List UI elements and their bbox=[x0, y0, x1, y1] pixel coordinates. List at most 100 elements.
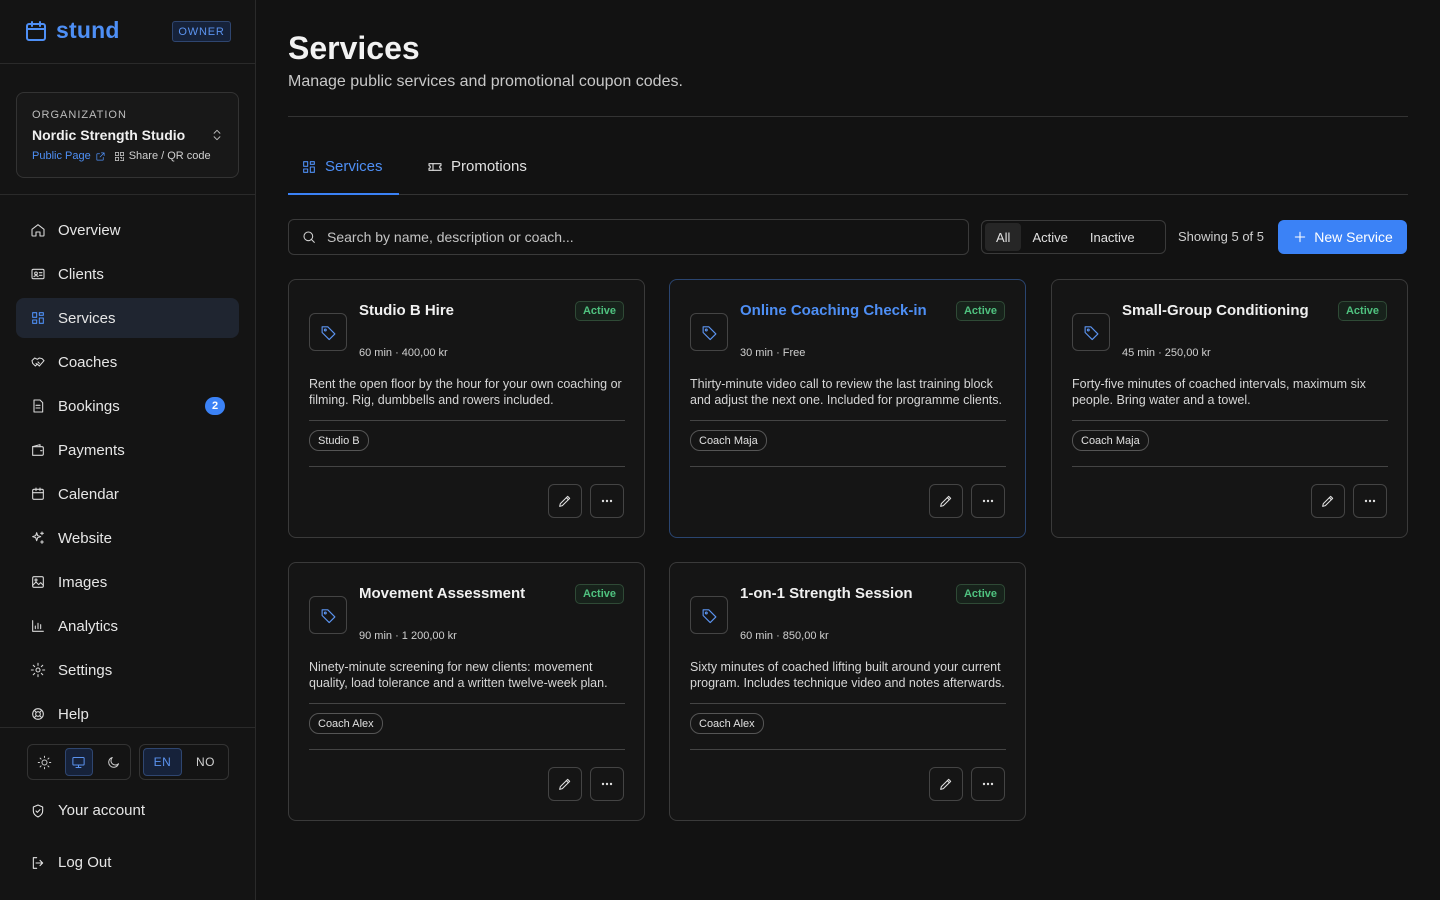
sidebar-item-images[interactable]: Images bbox=[16, 562, 239, 602]
theme-system-button[interactable] bbox=[64, 748, 94, 776]
pencil-icon bbox=[1320, 493, 1336, 509]
public-page-link[interactable]: Public Page bbox=[32, 150, 106, 162]
edit-button[interactable] bbox=[929, 767, 963, 801]
pencil-icon bbox=[938, 776, 954, 792]
logout-label: Log Out bbox=[58, 854, 112, 871]
share-qr-link[interactable]: Share / QR code bbox=[114, 150, 211, 162]
service-meta: 45 min · 250,00 kr bbox=[1122, 347, 1211, 359]
coach-tag: Coach Alex bbox=[309, 713, 383, 734]
coach-tag: Coach Alex bbox=[690, 713, 764, 734]
more-options-button[interactable] bbox=[590, 767, 624, 801]
sidebar-item-analytics[interactable]: Analytics bbox=[16, 606, 239, 646]
tab-services[interactable]: Services bbox=[288, 148, 399, 195]
wallet-icon bbox=[30, 442, 46, 458]
more-options-button[interactable] bbox=[971, 484, 1005, 518]
sidebar-item-clients[interactable]: Clients bbox=[16, 254, 239, 294]
sidebar-item-label: Overview bbox=[58, 221, 121, 239]
ellipsis-icon bbox=[980, 776, 996, 792]
sidebar-item-overview[interactable]: Overview bbox=[16, 210, 239, 250]
service-name: Movement Assessment bbox=[359, 585, 526, 602]
organization-name: Nordic Strength Studio bbox=[32, 127, 186, 143]
card-divider bbox=[690, 420, 1006, 421]
edit-button[interactable] bbox=[929, 484, 963, 518]
tab-bar: Services Promotions bbox=[288, 148, 1408, 195]
theme-switcher bbox=[27, 744, 131, 780]
sidebar-item-payments[interactable]: Payments bbox=[16, 430, 239, 470]
search-box bbox=[288, 219, 969, 255]
organization-switcher[interactable]: ORGANIZATION Nordic Strength Studio Publ… bbox=[16, 92, 239, 178]
sidebar-item-services[interactable]: Services bbox=[16, 298, 239, 338]
new-service-label: New Service bbox=[1314, 229, 1393, 245]
sidebar-item-coaches[interactable]: Coaches bbox=[16, 342, 239, 382]
sidebar-item-label: Images bbox=[58, 573, 108, 591]
brand-logo[interactable]: stund bbox=[24, 17, 120, 44]
edit-button[interactable] bbox=[548, 767, 582, 801]
sidebar-item-bookings[interactable]: Bookings 2 bbox=[16, 386, 239, 426]
header-divider bbox=[288, 116, 1408, 117]
sidebar-divider bbox=[0, 63, 255, 64]
coach-tag: Studio B bbox=[309, 430, 369, 451]
coach-tag: Coach Maja bbox=[690, 430, 767, 451]
filter-active-button[interactable]: Active bbox=[1021, 223, 1078, 251]
grid-icon bbox=[30, 310, 46, 326]
card-divider bbox=[309, 420, 625, 421]
sidebar-item-settings[interactable]: Settings bbox=[16, 650, 239, 690]
service-name: Studio B Hire bbox=[359, 302, 455, 319]
ellipsis-icon bbox=[599, 776, 615, 792]
service-meta: 60 min · 400,00 kr bbox=[359, 347, 448, 359]
theme-dark-button[interactable] bbox=[99, 748, 127, 776]
sparkles-icon bbox=[30, 530, 46, 546]
your-account-link[interactable]: Your account bbox=[30, 802, 145, 819]
edit-button[interactable] bbox=[1311, 484, 1345, 518]
service-card[interactable]: 1-on-1 Strength Session Active 60 min · … bbox=[669, 562, 1026, 821]
service-meta: 60 min · 850,00 kr bbox=[740, 630, 829, 642]
service-card[interactable]: Small-Group Conditioning Active 45 min ·… bbox=[1051, 279, 1408, 538]
more-options-button[interactable] bbox=[1353, 484, 1387, 518]
filter-all-button[interactable]: All bbox=[985, 223, 1022, 251]
language-no-button[interactable]: NO bbox=[186, 748, 225, 776]
service-card[interactable]: Studio B Hire Active 60 min · 400,00 kr … bbox=[288, 279, 645, 538]
bar-chart-icon bbox=[30, 618, 46, 634]
chevrons-up-down-icon[interactable] bbox=[210, 128, 224, 142]
logout-button[interactable]: Log Out bbox=[30, 854, 111, 871]
sidebar-item-calendar[interactable]: Calendar bbox=[16, 474, 239, 514]
service-name: Online Coaching Check-in bbox=[740, 302, 927, 319]
file-icon bbox=[30, 398, 46, 414]
sidebar-item-label: Help bbox=[58, 705, 89, 723]
sidebar-item-help[interactable]: Help bbox=[16, 694, 239, 734]
language-switcher: EN NO bbox=[139, 744, 229, 780]
role-badge: OWNER bbox=[172, 21, 231, 42]
tab-label: Services bbox=[325, 158, 383, 175]
service-meta: 90 min · 1 200,00 kr bbox=[359, 630, 457, 642]
qr-code-icon bbox=[114, 151, 125, 162]
language-en-button[interactable]: EN bbox=[143, 748, 182, 776]
service-description: Sixty minutes of coached lifting built a… bbox=[690, 660, 1005, 690]
service-card[interactable]: Online Coaching Check-in Active 30 min ·… bbox=[669, 279, 1026, 538]
bookings-count-badge: 2 bbox=[205, 397, 225, 415]
edit-button[interactable] bbox=[548, 484, 582, 518]
sidebar-item-label: Bookings bbox=[58, 397, 120, 415]
sidebar-item-label: Clients bbox=[58, 265, 104, 283]
tab-promotions[interactable]: Promotions bbox=[427, 148, 547, 195]
service-card[interactable]: Movement Assessment Active 90 min · 1 20… bbox=[288, 562, 645, 821]
card-divider bbox=[690, 703, 1006, 704]
status-badge: Active bbox=[955, 584, 1005, 604]
sidebar-item-website[interactable]: Website bbox=[16, 518, 239, 558]
card-divider bbox=[1072, 420, 1388, 421]
new-service-button[interactable]: New Service bbox=[1278, 220, 1407, 254]
filter-inactive-button[interactable]: Inactive bbox=[1079, 223, 1146, 251]
organization-label: ORGANIZATION bbox=[32, 109, 127, 121]
card-divider bbox=[309, 466, 625, 467]
sidebar-item-label: Payments bbox=[58, 441, 125, 459]
calendar-logo-icon bbox=[24, 19, 48, 43]
more-options-button[interactable] bbox=[590, 484, 624, 518]
search-input[interactable] bbox=[327, 229, 947, 245]
your-account-label: Your account bbox=[58, 802, 146, 819]
tag-icon bbox=[309, 596, 347, 634]
sidebar-item-label: Analytics bbox=[58, 617, 119, 635]
sidebar-nav: Overview Clients Services Coaches Bookin… bbox=[16, 210, 239, 738]
sidebar-divider bbox=[0, 194, 255, 195]
more-options-button[interactable] bbox=[971, 767, 1005, 801]
monitor-icon bbox=[71, 755, 86, 770]
theme-light-button[interactable] bbox=[31, 748, 59, 776]
